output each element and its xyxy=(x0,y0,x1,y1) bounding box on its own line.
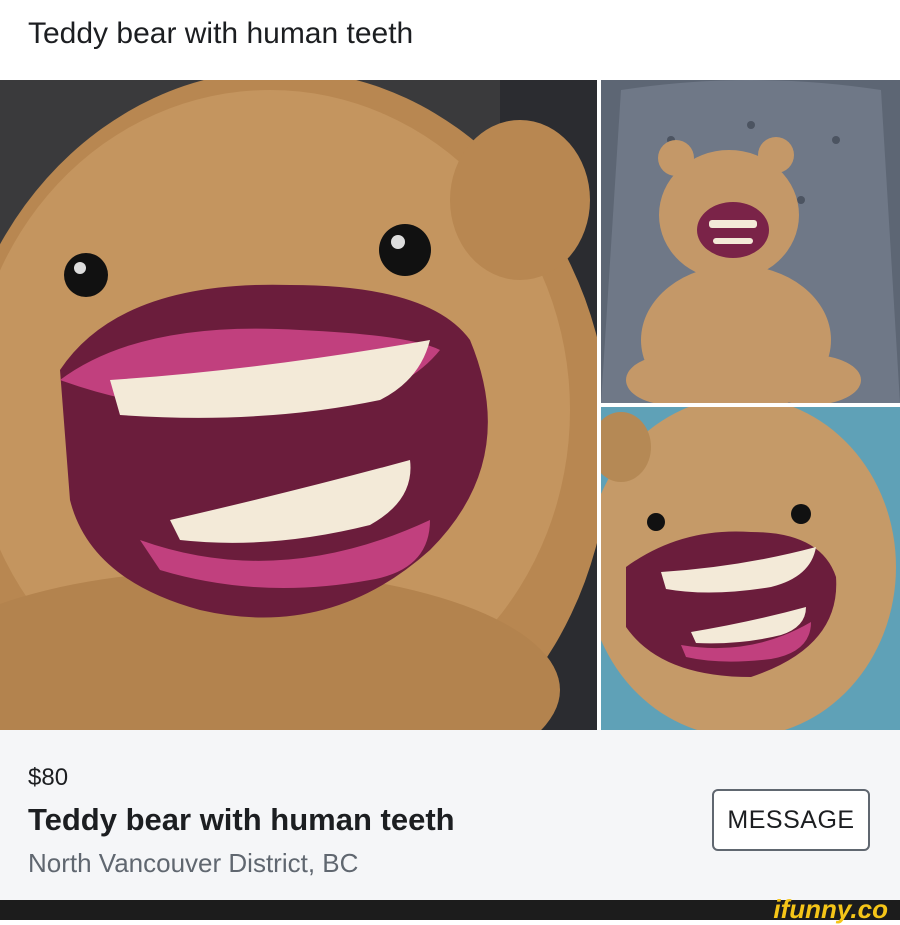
listing-location: North Vancouver District, BC xyxy=(28,848,359,878)
ifunny-watermark: ifunny.co xyxy=(773,894,888,924)
bear-face-blue-photo[interactable] xyxy=(601,407,900,730)
main-photo[interactable] xyxy=(0,80,597,730)
bear-in-chair-photo[interactable] xyxy=(601,80,900,403)
message-button[interactable]: MESSAGE xyxy=(712,789,870,851)
photo-gallery xyxy=(0,80,900,730)
post-caption: Teddy bear with human teeth xyxy=(28,17,414,50)
listing-title[interactable]: Teddy bear with human teeth xyxy=(28,802,455,838)
footer-bar: ifunny.co xyxy=(0,894,900,924)
listing-price: $80 xyxy=(28,764,69,791)
listing-panel: $80 Teddy bear with human teeth North Va… xyxy=(0,730,900,900)
